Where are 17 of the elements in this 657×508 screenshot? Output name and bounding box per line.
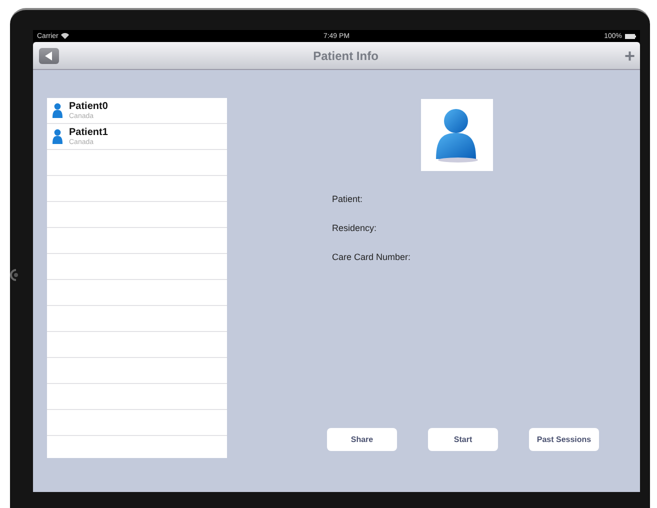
person-icon — [52, 128, 63, 144]
action-button[interactable]: Share — [327, 428, 397, 451]
back-button[interactable] — [39, 48, 59, 64]
wifi-icon — [61, 33, 70, 39]
action-button[interactable]: Past Sessions — [529, 428, 599, 451]
screen-title: Patient Info — [313, 48, 378, 62]
patient-name: Patient1 — [69, 126, 108, 138]
person-icon — [434, 107, 480, 163]
field-label: Patient: — [332, 194, 364, 205]
person-icon — [52, 102, 63, 118]
back-icon — [44, 50, 54, 60]
field-label: Care Card Number: — [332, 252, 412, 263]
patient-name: Patient0 — [69, 100, 108, 112]
action-button[interactable]: Start — [428, 428, 498, 451]
field-label: Residency: — [332, 223, 378, 234]
battery-icon — [624, 34, 636, 38]
camera-icon — [10, 269, 18, 281]
